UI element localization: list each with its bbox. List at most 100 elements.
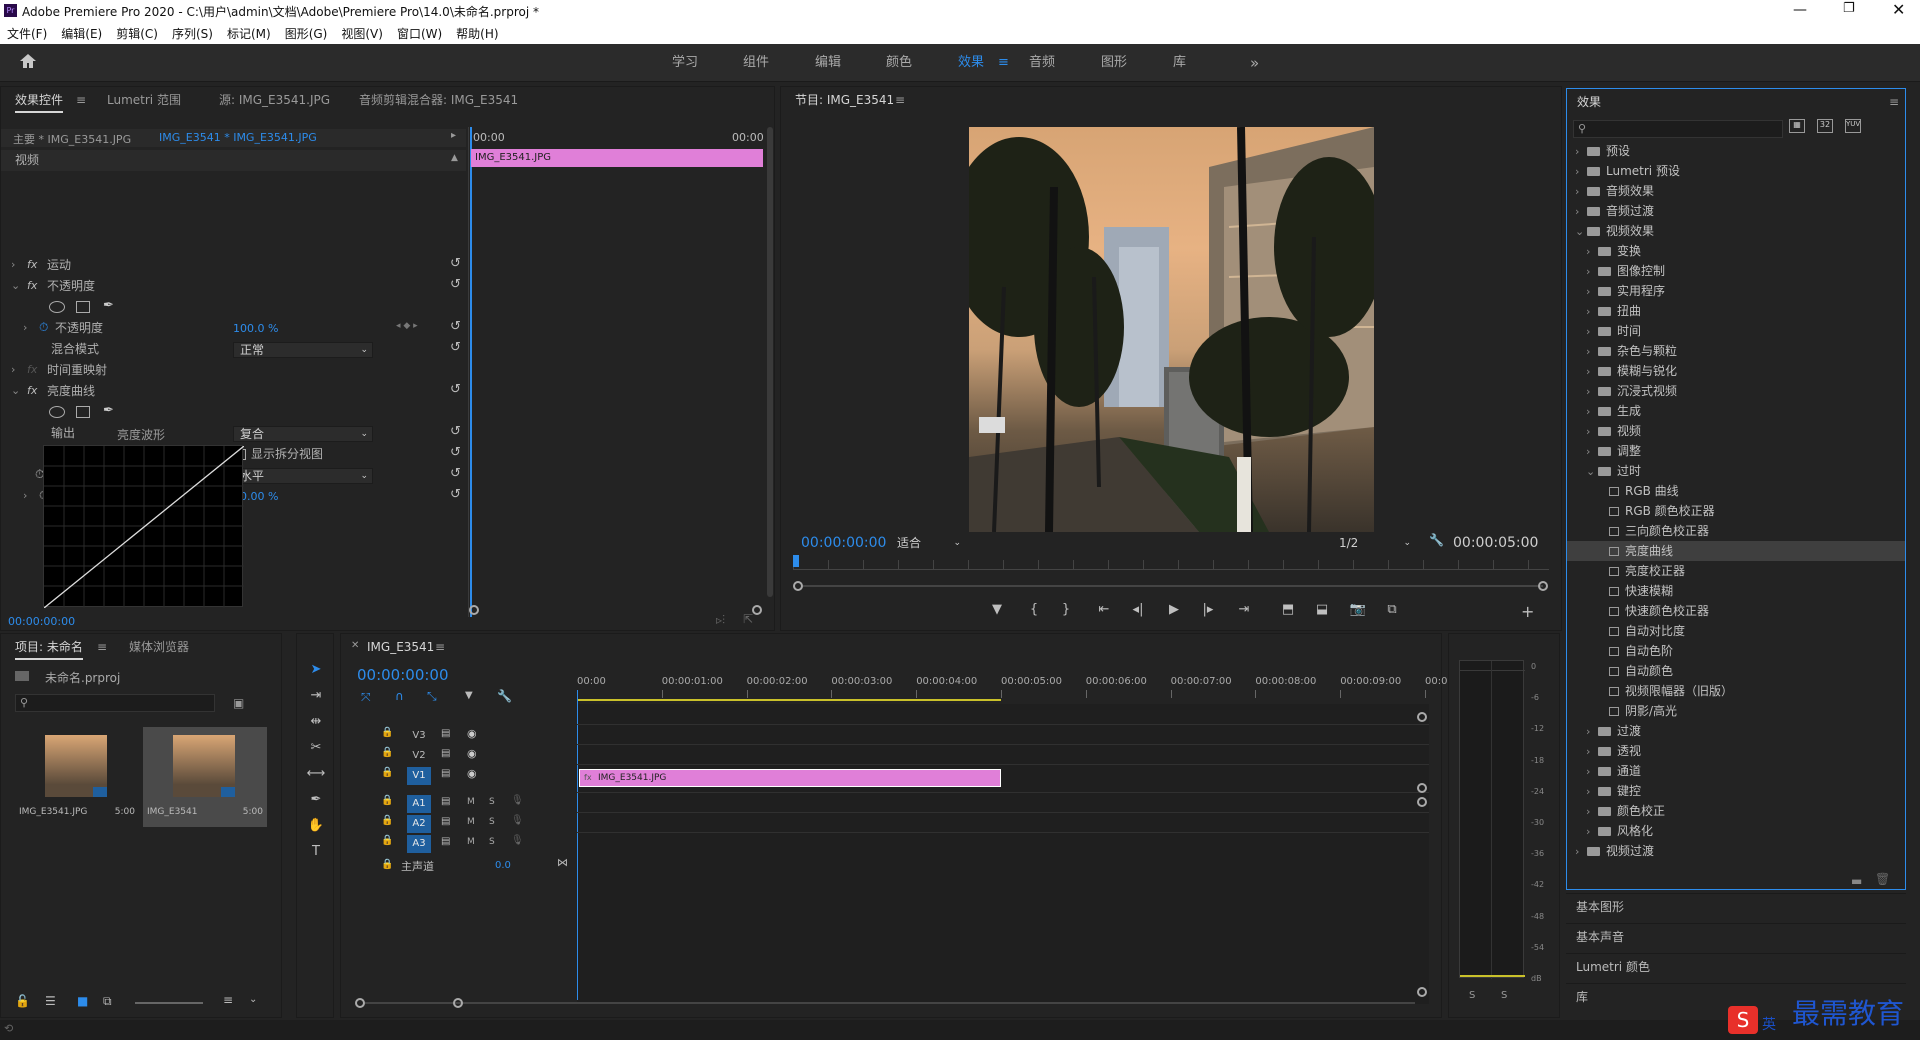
tab-project[interactable]: 项目: 未命名 bbox=[15, 634, 83, 660]
export-frame-icon[interactable]: 📷 bbox=[1347, 602, 1369, 617]
track-lane[interactable] bbox=[577, 812, 1429, 813]
expand-arrow-icon[interactable]: › bbox=[1586, 362, 1598, 382]
tab-lumetri-scopes[interactable]: Lumetri 范围 bbox=[107, 87, 181, 113]
effects-folder[interactable]: › 风格化 bbox=[1567, 821, 1905, 841]
expand-arrow-icon[interactable]: ⌄ bbox=[11, 279, 20, 292]
solo-button[interactable]: S bbox=[489, 797, 495, 807]
effects-folder[interactable]: › 杂色与颗粒 bbox=[1567, 341, 1905, 361]
mute-button[interactable]: M bbox=[467, 817, 475, 827]
track-lane[interactable] bbox=[577, 724, 1429, 725]
close-button[interactable]: ✕ bbox=[1892, 0, 1905, 19]
chevron-down-icon[interactable]: ⌄ bbox=[249, 994, 257, 1005]
settings-wrench-icon[interactable]: 🔧 bbox=[1429, 533, 1444, 547]
timeline-hscroll-left[interactable] bbox=[355, 998, 365, 1008]
type-tool-icon[interactable]: T bbox=[305, 844, 327, 864]
go-to-out-icon[interactable]: ⇥ bbox=[1233, 602, 1255, 617]
effects-folder[interactable]: › 颜色校正 bbox=[1567, 801, 1905, 821]
menu-item[interactable]: 标记(M) bbox=[220, 22, 278, 42]
collapse-icon[interactable]: ▲ bbox=[451, 153, 458, 163]
lift-icon[interactable]: ⬒ bbox=[1277, 602, 1299, 617]
32bit-effects-icon[interactable]: 32 bbox=[1817, 119, 1833, 133]
new-search-bin-icon[interactable]: ▣ bbox=[233, 696, 244, 710]
workspace-tab[interactable]: 音频 bbox=[1029, 44, 1055, 82]
effects-folder[interactable]: ⌄ 视频效果 bbox=[1567, 221, 1905, 241]
track-lock-icon[interactable]: 🔒 bbox=[381, 727, 393, 738]
effects-folder[interactable]: › 视频过渡 bbox=[1567, 841, 1905, 861]
minimize-button[interactable]: — bbox=[1793, 2, 1807, 18]
expand-arrow-icon[interactable]: › bbox=[1586, 322, 1598, 342]
fit-dropdown[interactable]: 适合 ⌄ bbox=[891, 536, 963, 552]
effects-folder[interactable]: › 透视 bbox=[1567, 741, 1905, 761]
ripple-edit-icon[interactable]: ⇹ bbox=[305, 714, 327, 734]
timeline-hscroll-right[interactable] bbox=[453, 998, 463, 1008]
program-scroll-left[interactable] bbox=[793, 581, 803, 591]
master-end-icon[interactable]: ⋈ bbox=[557, 856, 568, 869]
razor-tool-icon[interactable]: ✂ bbox=[305, 740, 327, 760]
menu-item[interactable]: 图形(G) bbox=[278, 22, 335, 42]
ec-timecode[interactable]: 00:00:00:00 bbox=[8, 615, 75, 628]
tab-media-browser[interactable]: 媒体浏览器 bbox=[129, 634, 189, 660]
reset-icon[interactable]: ↺ bbox=[450, 319, 461, 334]
sync-lock-icon[interactable]: ▤ bbox=[441, 796, 450, 807]
effect-item[interactable]: RGB 曲线 bbox=[1567, 481, 1905, 501]
add-button-icon[interactable]: + bbox=[1521, 602, 1534, 621]
menu-item[interactable]: 编辑(E) bbox=[54, 22, 109, 42]
rectangle-mask-icon[interactable] bbox=[76, 301, 90, 313]
track-lock-icon[interactable]: 🔒 bbox=[381, 835, 393, 846]
program-title[interactable]: 节目: IMG_E3541 bbox=[795, 87, 894, 113]
effects-folder[interactable]: › 生成 bbox=[1567, 401, 1905, 421]
timeline-vscroll-bottom[interactable] bbox=[1417, 987, 1427, 997]
more-workspaces-icon[interactable]: » bbox=[1250, 44, 1259, 82]
pen-mask-icon[interactable]: ✒ bbox=[103, 298, 114, 313]
comparison-view-icon[interactable]: ⧉ bbox=[1381, 602, 1403, 617]
expand-arrow-icon[interactable]: › bbox=[1586, 402, 1598, 422]
fx-toggle-icon[interactable]: fx bbox=[27, 258, 37, 271]
ellipse-mask-icon[interactable] bbox=[49, 301, 65, 313]
expand-arrow-icon[interactable]: › bbox=[1575, 142, 1587, 162]
effects-folder[interactable]: › 沉浸式视频 bbox=[1567, 381, 1905, 401]
effect-item[interactable]: 快速颜色校正器 bbox=[1567, 601, 1905, 621]
sync-lock-icon[interactable]: ▤ bbox=[441, 768, 450, 779]
expand-arrow-icon[interactable]: › bbox=[1586, 282, 1598, 302]
project-search-input[interactable]: ⚲ bbox=[15, 694, 215, 712]
workspace-menu-icon[interactable]: ≡ bbox=[998, 44, 1009, 82]
workspace-tab[interactable]: 图形 bbox=[1101, 44, 1127, 82]
ec-scroll-handle-right[interactable] bbox=[752, 605, 762, 615]
effects-search-input[interactable]: ⚲ bbox=[1573, 120, 1783, 138]
expand-arrow-icon[interactable]: › bbox=[1586, 802, 1598, 822]
reset-icon[interactable]: ↺ bbox=[450, 382, 461, 397]
menu-item[interactable]: 视图(V) bbox=[334, 22, 390, 42]
timeline-clip-v1[interactable]: fx IMG_E3541.JPG bbox=[579, 769, 1001, 787]
tab-effect-controls[interactable]: 效果控件 bbox=[15, 87, 64, 113]
fx-toggle-icon[interactable]: fx bbox=[27, 384, 37, 397]
tab-source[interactable]: 源: IMG_E3541.JPG bbox=[219, 87, 330, 113]
collapsed-panel-header[interactable]: 基本图形 bbox=[1566, 893, 1906, 921]
zoom-slider[interactable] bbox=[135, 1002, 203, 1004]
output-label-dropdown[interactable]: 复合 ⌄ bbox=[233, 426, 373, 442]
expand-arrow-icon[interactable]: › bbox=[1586, 762, 1598, 782]
effects-folder[interactable]: › 音频过渡 bbox=[1567, 201, 1905, 221]
effect-item[interactable]: 亮度曲线 bbox=[1567, 541, 1905, 561]
filter-icon[interactable]: ▹⫶ bbox=[716, 613, 725, 628]
expand-arrow-icon[interactable]: › bbox=[1586, 422, 1598, 442]
expand-arrow-icon[interactable]: › bbox=[11, 258, 15, 271]
master-volume-value[interactable]: 0.0 bbox=[495, 860, 511, 871]
master-clip-label[interactable]: 主要 * IMG_E3541.JPG bbox=[13, 131, 131, 147]
effect-item[interactable]: 视频限幅器（旧版） bbox=[1567, 681, 1905, 701]
track-lane[interactable] bbox=[577, 764, 1429, 765]
mic-icon[interactable]: 🎙 bbox=[511, 795, 524, 806]
track-target[interactable]: V2 bbox=[407, 747, 431, 765]
eye-icon[interactable]: ◉ bbox=[467, 747, 477, 760]
effect-item[interactable]: 自动对比度 bbox=[1567, 621, 1905, 641]
delete-icon[interactable]: 🗑 bbox=[1875, 872, 1890, 886]
sequence-clip-label[interactable]: IMG_E3541 * IMG_E3541.JPG bbox=[159, 131, 317, 144]
list-view-icon[interactable]: ☰ bbox=[45, 994, 56, 1008]
effect-item[interactable]: 亮度校正器 bbox=[1567, 561, 1905, 581]
effects-folder[interactable]: › 变换 bbox=[1567, 241, 1905, 261]
effects-title[interactable]: 效果 bbox=[1577, 89, 1601, 115]
effects-folder[interactable]: › 过渡 bbox=[1567, 721, 1905, 741]
timeline-ruler[interactable]: 00:00 00:00:01:00 00:00:02:00 00:00:03:00 00… bbox=[577, 674, 1447, 698]
eye-icon[interactable]: ◉ bbox=[467, 727, 477, 740]
sync-lock-icon[interactable]: ▤ bbox=[441, 748, 450, 759]
expand-arrow-icon[interactable]: › bbox=[1586, 782, 1598, 802]
